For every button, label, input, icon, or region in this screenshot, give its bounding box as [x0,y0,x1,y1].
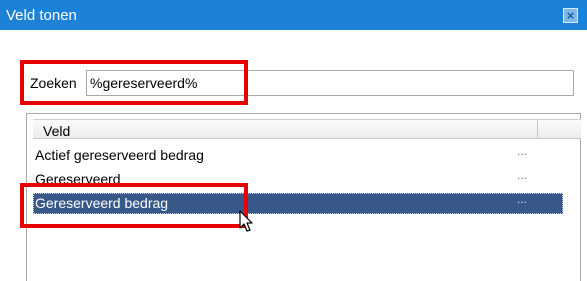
title-bar: Veld tonen × [0,0,587,30]
column-divider [537,120,538,138]
grid-header: Veld [33,119,581,139]
close-button[interactable]: × [563,8,578,23]
more-button[interactable]: ... [517,168,527,182]
highlight-box-row [20,183,248,228]
close-icon: × [566,8,575,23]
highlight-box-search [20,60,248,105]
window-title: Veld tonen [6,7,77,24]
more-button[interactable]: ... [517,144,527,158]
column-header-veld[interactable]: Veld [43,123,70,139]
list-item[interactable]: Actief gereserveerd bedrag ... [33,144,563,166]
more-button[interactable]: ... [517,192,527,206]
list-item-label: Actief gereserveerd bedrag [35,147,204,163]
mouse-pointer-icon [239,210,253,232]
